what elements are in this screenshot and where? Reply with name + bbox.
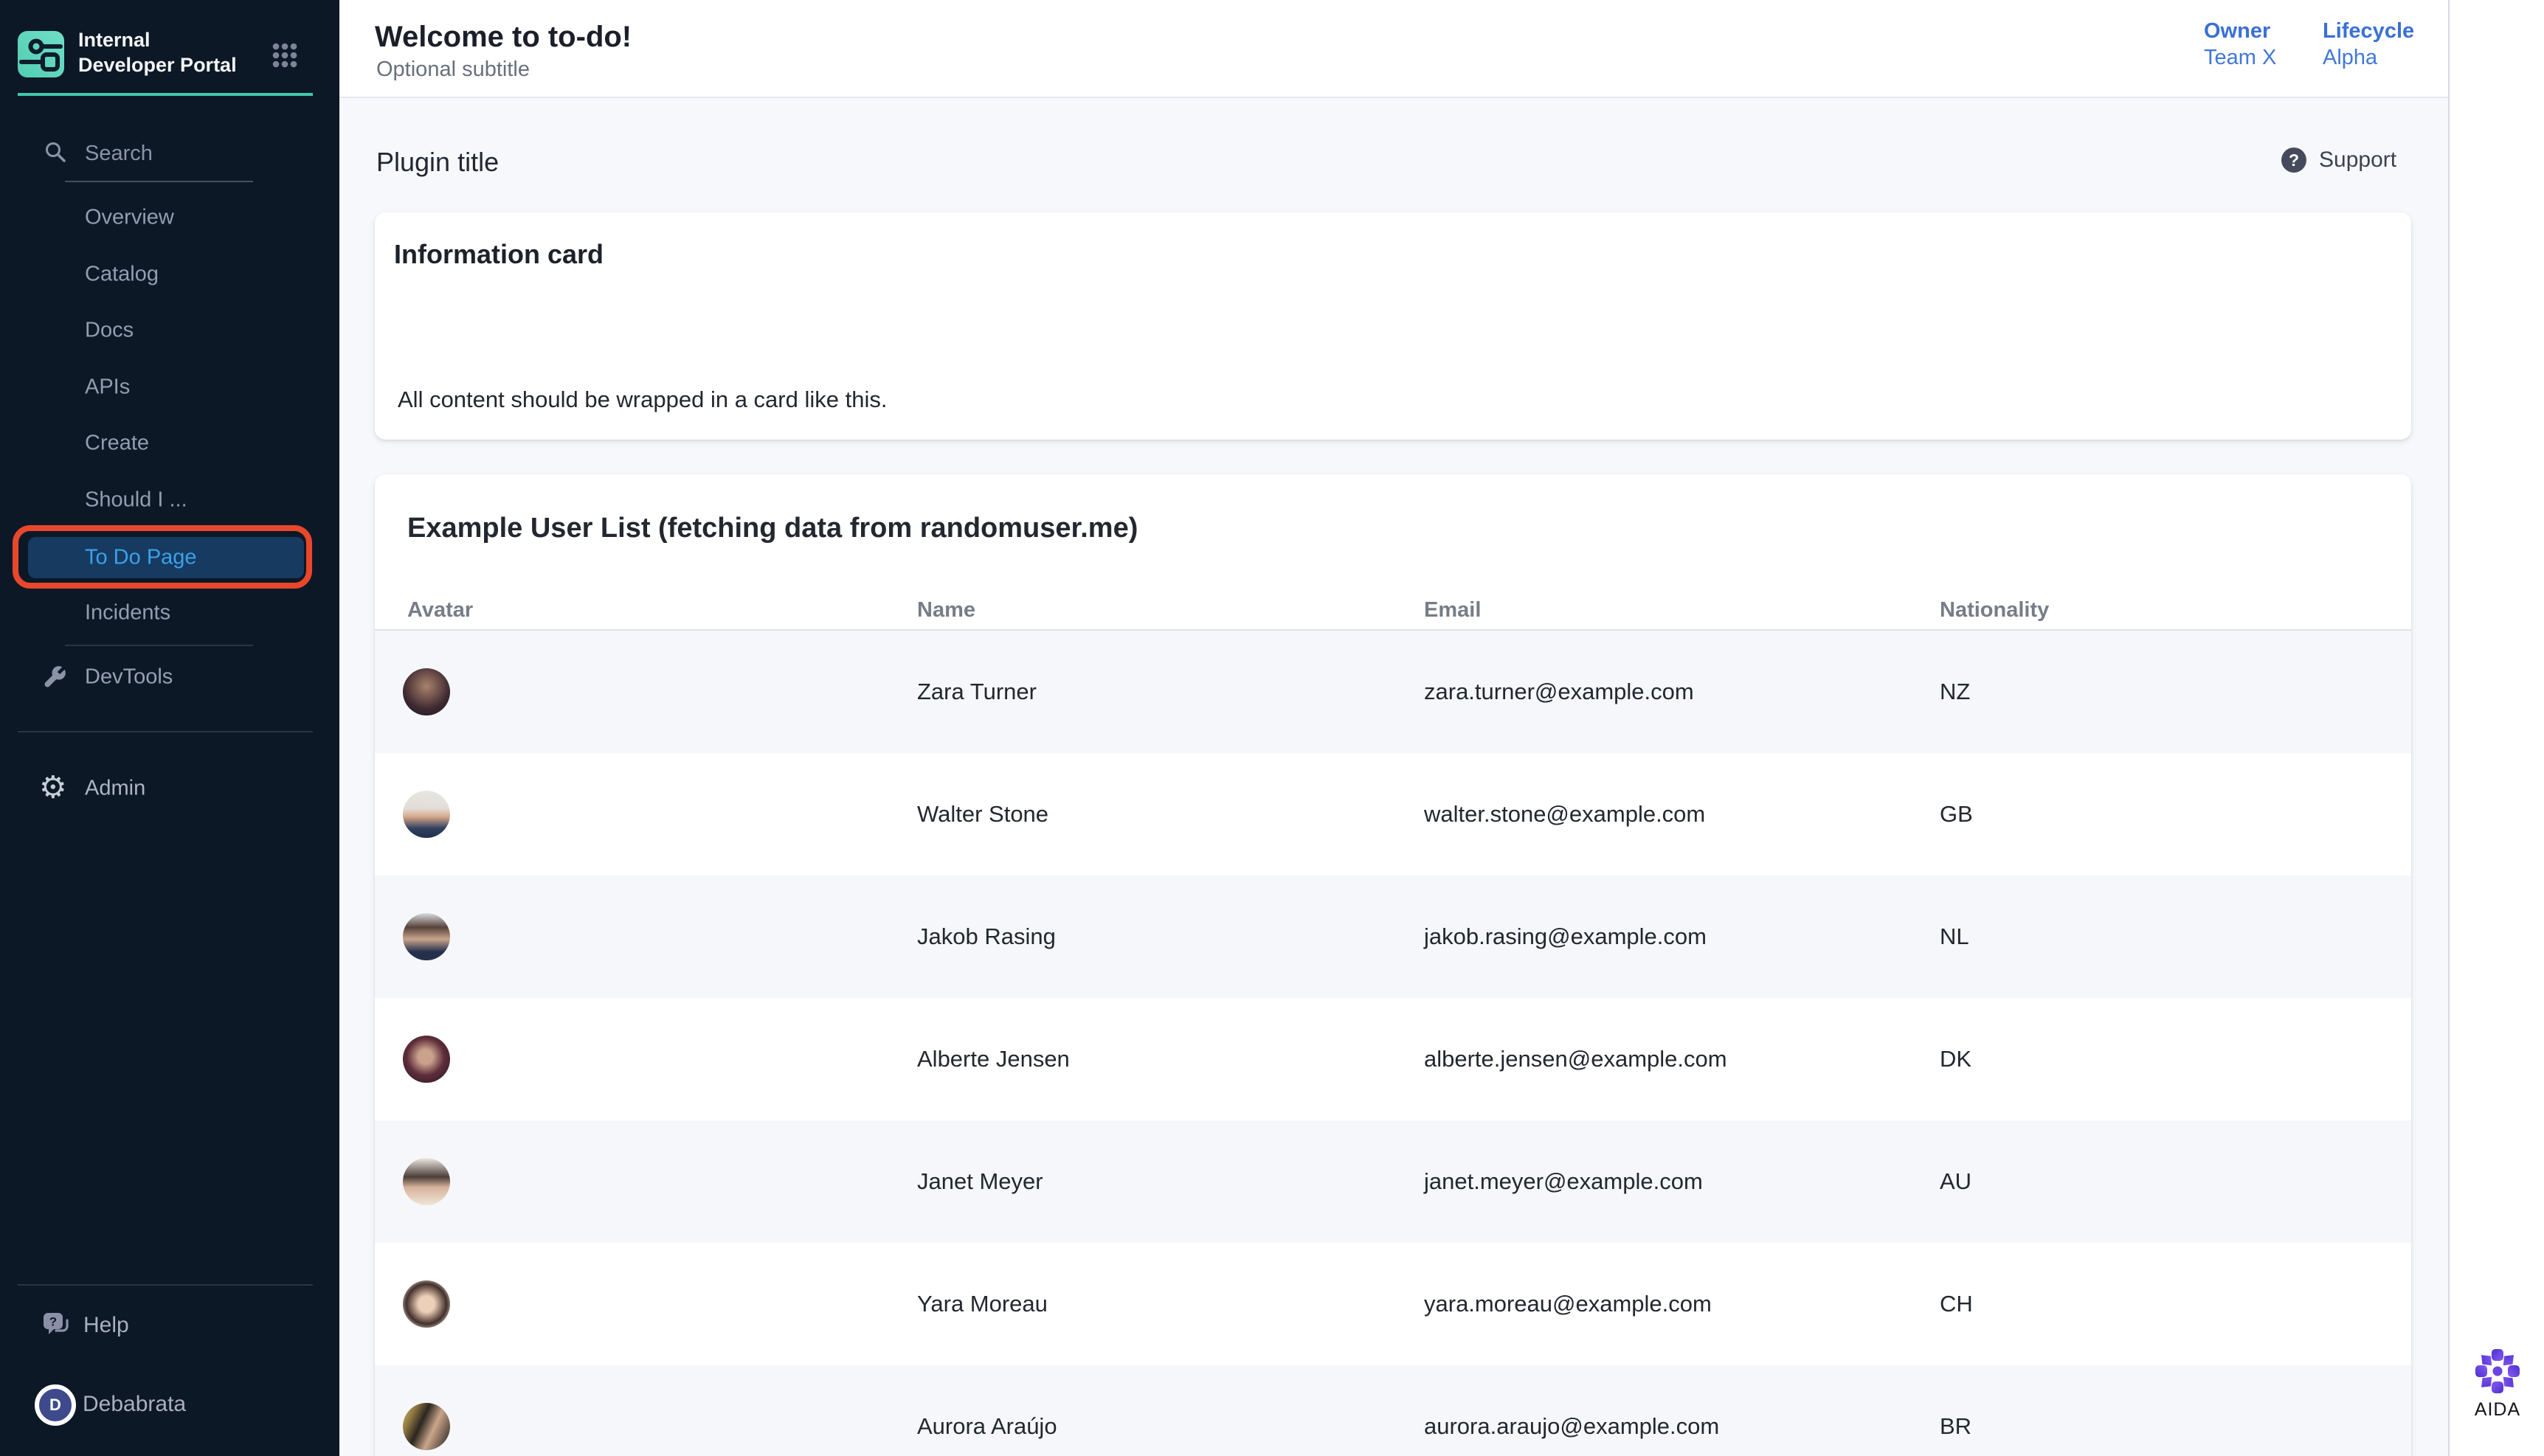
table-body: Zara Turner zara.turner@example.com NZ W… — [375, 631, 2411, 1456]
aida-flower-icon — [2475, 1348, 2520, 1394]
sidebar-item-catalog[interactable]: Catalog — [85, 263, 159, 287]
column-header-avatar: Avatar — [407, 598, 473, 623]
owner-label[interactable]: Owner — [2204, 19, 2270, 44]
sidebar-item-admin[interactable]: Admin — [85, 777, 145, 801]
user-name[interactable]: Debabrata — [83, 1392, 186, 1417]
sidebar-item-incidents[interactable]: Incidents — [85, 601, 170, 625]
information-card-title: Information card — [394, 239, 604, 270]
sidebar-item-create[interactable]: Create — [85, 431, 149, 456]
portal-logo-icon[interactable] — [18, 31, 64, 77]
sidebar: Internal Developer Portal Search Overvie… — [0, 0, 339, 1456]
column-header-name: Name — [917, 598, 975, 623]
owner-value[interactable]: Team X — [2204, 46, 2276, 70]
avatar — [403, 1280, 450, 1328]
cell-nationality: GB — [1940, 801, 1973, 828]
cell-email: aurora.araujo@example.com — [1424, 1413, 1719, 1440]
cell-nationality: AU — [1940, 1168, 1971, 1195]
plugin-title: Plugin title — [376, 147, 499, 178]
table-row[interactable]: Yara Moreau yara.moreau@example.com CH — [375, 1243, 2411, 1365]
cell-nationality: NL — [1940, 923, 1969, 950]
cell-nationality: DK — [1940, 1046, 1971, 1072]
table-header-row: Avatar Name Email Nationality — [375, 592, 2411, 631]
question-circle-icon: ? — [2281, 148, 2306, 173]
avatar — [403, 1158, 450, 1205]
support-label: Support — [2319, 148, 2396, 173]
search-input[interactable]: Search — [85, 142, 153, 166]
cell-email: zara.turner@example.com — [1424, 679, 1694, 705]
cell-email: yara.moreau@example.com — [1424, 1291, 1712, 1317]
avatar — [403, 668, 450, 715]
cell-name: Zara Turner — [917, 679, 1037, 705]
cell-nationality: BR — [1940, 1413, 1971, 1440]
lifecycle-value[interactable]: Alpha — [2323, 46, 2377, 70]
sidebar-item-to-do-page[interactable]: To Do Page — [85, 546, 197, 570]
cell-name: Janet Meyer — [917, 1168, 1043, 1195]
cell-name: Aurora Araújo — [917, 1413, 1057, 1440]
avatar — [403, 1036, 450, 1083]
sidebar-item-should-i[interactable]: Should I ... — [85, 488, 187, 513]
cell-email: janet.meyer@example.com — [1424, 1168, 1703, 1195]
sidebar-item-apis[interactable]: APIs — [85, 375, 130, 400]
user-list-title: Example User List (fetching data from ra… — [407, 513, 1138, 544]
cell-email: walter.stone@example.com — [1424, 801, 1705, 828]
svg-text:?: ? — [49, 1315, 57, 1329]
page-subtitle: Optional subtitle — [376, 58, 530, 82]
sidebar-divider — [18, 1284, 313, 1286]
page-header: Welcome to to-do! Optional subtitle Owne… — [339, 0, 2448, 98]
page-title: Welcome to to-do! — [375, 21, 632, 54]
table-row[interactable]: Walter Stone walter.stone@example.com GB — [375, 753, 2411, 876]
sidebar-divider — [18, 731, 313, 732]
search-underline — [65, 181, 253, 182]
user-avatar[interactable]: D — [35, 1384, 76, 1426]
wrench-icon — [42, 665, 67, 690]
avatar — [403, 791, 450, 838]
cell-name: Yara Moreau — [917, 1291, 1048, 1317]
cell-email: jakob.rasing@example.com — [1424, 923, 1707, 950]
sidebar-item-help[interactable]: Help — [83, 1313, 129, 1338]
information-card: Information card All content should be w… — [375, 212, 2411, 440]
sidebar-divider — [65, 645, 253, 646]
column-header-nationality: Nationality — [1940, 598, 2049, 623]
table-row[interactable]: Aurora Araújo aurora.araujo@example.com … — [375, 1365, 2411, 1456]
sidebar-item-overview[interactable]: Overview — [85, 206, 174, 230]
cell-nationality: NZ — [1940, 679, 1970, 705]
table-row[interactable]: Alberte Jensen alberte.jensen@example.co… — [375, 998, 2411, 1120]
page-content: Plugin title ? Support Information card … — [339, 98, 2448, 1456]
app-window: Internal Developer Portal Search Overvie… — [0, 0, 2544, 1456]
brand-title: Internal Developer Portal — [78, 27, 248, 77]
sidebar-item-devtools[interactable]: DevTools — [85, 665, 173, 690]
gear-icon: ⚙ — [39, 772, 67, 802]
aida-widget[interactable]: AIDA — [2450, 1348, 2544, 1421]
sidebar-accent-divider — [18, 93, 313, 96]
lifecycle-label[interactable]: Lifecycle — [2323, 19, 2414, 44]
cell-name: Walter Stone — [917, 801, 1048, 828]
main-area: Welcome to to-do! Optional subtitle Owne… — [339, 0, 2448, 1456]
table-row[interactable]: Jakob Rasing jakob.rasing@example.com NL — [375, 876, 2411, 998]
aida-label: AIDA — [2450, 1399, 2544, 1421]
cell-nationality: CH — [1940, 1291, 1973, 1317]
table-row[interactable]: Janet Meyer janet.meyer@example.com AU — [375, 1120, 2411, 1243]
apps-grid-icon[interactable] — [272, 43, 297, 68]
avatar — [403, 913, 450, 960]
information-card-body: All content should be wrapped in a card … — [398, 386, 887, 413]
search-icon — [44, 141, 66, 163]
user-list-card: Example User List (fetching data from ra… — [375, 474, 2411, 1456]
column-header-email: Email — [1424, 598, 1481, 623]
avatar — [403, 1403, 450, 1450]
cell-name: Jakob Rasing — [917, 923, 1056, 950]
right-margin-strip: AIDA — [2448, 0, 2544, 1456]
cell-name: Alberte Jensen — [917, 1046, 1070, 1072]
sidebar-item-docs[interactable]: Docs — [85, 319, 134, 343]
table-row[interactable]: Zara Turner zara.turner@example.com NZ — [375, 631, 2411, 753]
help-chat-icon: ? — [43, 1311, 71, 1339]
cell-email: alberte.jensen@example.com — [1424, 1046, 1727, 1072]
